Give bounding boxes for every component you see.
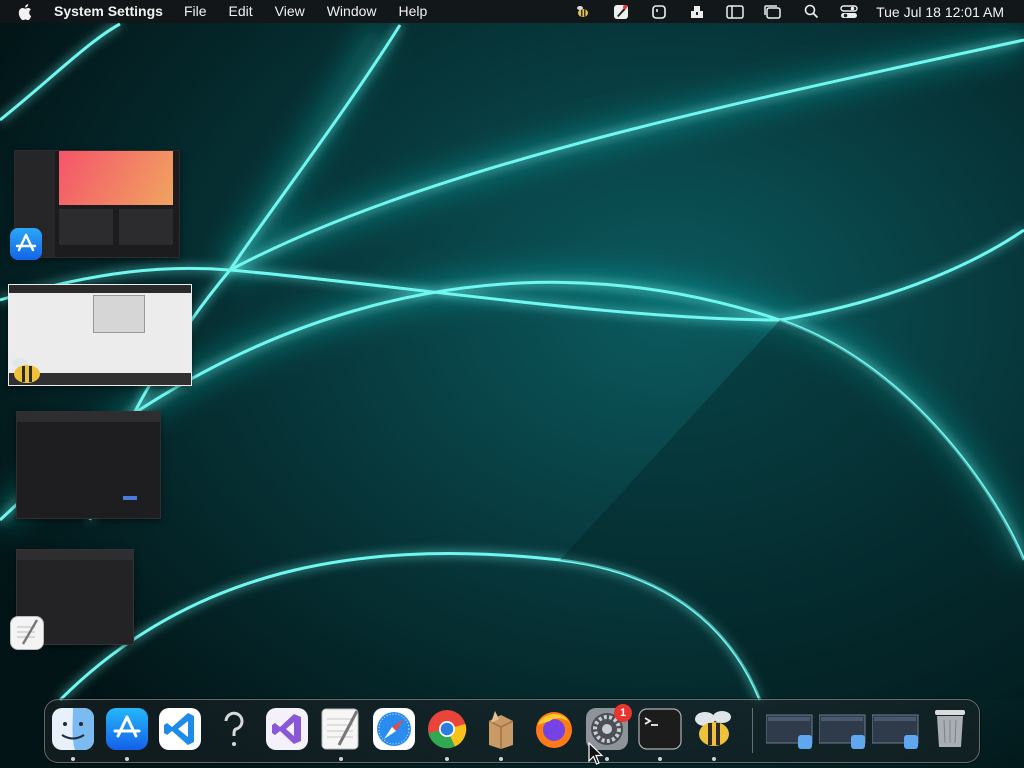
dock-trash[interactable] xyxy=(928,706,972,750)
package-icon xyxy=(488,711,514,749)
running-indicator xyxy=(125,757,129,761)
dock-separator xyxy=(752,708,753,753)
dock-minimized-window-3[interactable] xyxy=(871,709,920,753)
package-icon[interactable] xyxy=(688,4,706,20)
finder-window-icon xyxy=(871,714,919,749)
vscode-icon xyxy=(159,708,201,750)
textedit-icon xyxy=(10,616,44,650)
thumbnail-toolbar xyxy=(17,412,160,422)
dock-chrome[interactable] xyxy=(425,707,469,751)
running-indicator xyxy=(499,757,503,761)
dock-textedit[interactable] xyxy=(319,707,363,751)
textedit-icon xyxy=(321,708,359,750)
menu-help[interactable]: Help xyxy=(399,0,428,23)
pen-icon[interactable] xyxy=(612,4,630,20)
notification-badge: 1 xyxy=(614,704,632,722)
safari-icon xyxy=(373,708,415,750)
menu-file[interactable]: File xyxy=(184,0,207,23)
dock-app-store[interactable] xyxy=(105,707,149,751)
thumbnail-card xyxy=(59,209,113,245)
terminal-icon xyxy=(638,708,682,750)
app-store-icon xyxy=(10,228,42,260)
question-icon xyxy=(224,711,244,746)
app-store-icon xyxy=(106,708,148,750)
dock-visual-studio[interactable] xyxy=(265,707,309,751)
screen-capture-icon[interactable] xyxy=(650,4,668,20)
dock-terminal[interactable] xyxy=(638,707,682,751)
thumbnail-card xyxy=(119,209,173,245)
running-indicator xyxy=(658,757,662,761)
dock-finder[interactable] xyxy=(51,707,95,751)
mouse-pointer-icon xyxy=(588,742,604,765)
window-icon[interactable] xyxy=(764,4,782,20)
menu-edit[interactable]: Edit xyxy=(229,0,253,23)
thumbnail-dialog xyxy=(93,295,145,333)
thumbnail-hero-banner xyxy=(59,151,173,205)
visual-studio-icon xyxy=(266,708,308,750)
menu-view[interactable]: View xyxy=(275,0,305,23)
dock-installer[interactable] xyxy=(479,707,523,751)
control-center-icon[interactable] xyxy=(840,4,858,20)
chrome-icon xyxy=(428,710,467,749)
stage-thumbnail-dialog[interactable] xyxy=(16,411,161,519)
dock-bee[interactable] xyxy=(692,707,736,751)
apple-menu-icon[interactable] xyxy=(18,3,34,21)
finder-window-icon xyxy=(765,714,813,749)
dock-vscode[interactable] xyxy=(158,707,202,751)
dock-minimized-window-1[interactable] xyxy=(765,709,814,753)
running-indicator xyxy=(712,757,716,761)
running-indicator xyxy=(605,757,609,761)
menu-app-name[interactable]: System Settings xyxy=(54,0,163,23)
thumbnail-toolbar xyxy=(9,285,191,293)
trash-icon xyxy=(935,710,965,747)
bee-icon xyxy=(10,354,42,386)
running-indicator xyxy=(445,757,449,761)
bee-icon[interactable] xyxy=(574,4,592,20)
search-icon[interactable] xyxy=(802,4,820,20)
finder-icon xyxy=(52,708,94,750)
menu-bar: System Settings File Edit View Window He… xyxy=(0,0,1024,23)
sidebar-icon[interactable] xyxy=(726,4,744,20)
finder-window-icon xyxy=(818,714,866,749)
running-indicator xyxy=(71,757,75,761)
dock-help[interactable] xyxy=(212,707,256,751)
thumbnail-toolbar xyxy=(17,550,133,560)
dock-safari[interactable] xyxy=(372,707,416,751)
menu-window[interactable]: Window xyxy=(327,0,377,23)
menubar-clock[interactable]: Tue Jul 18 12:01 AM xyxy=(876,4,1004,20)
dock-firefox[interactable] xyxy=(532,707,576,751)
firefox-icon xyxy=(536,712,572,748)
bee-icon xyxy=(695,711,731,746)
dock-minimized-window-2[interactable] xyxy=(818,709,867,753)
running-indicator xyxy=(339,757,343,761)
thumbnail-button xyxy=(123,496,137,500)
